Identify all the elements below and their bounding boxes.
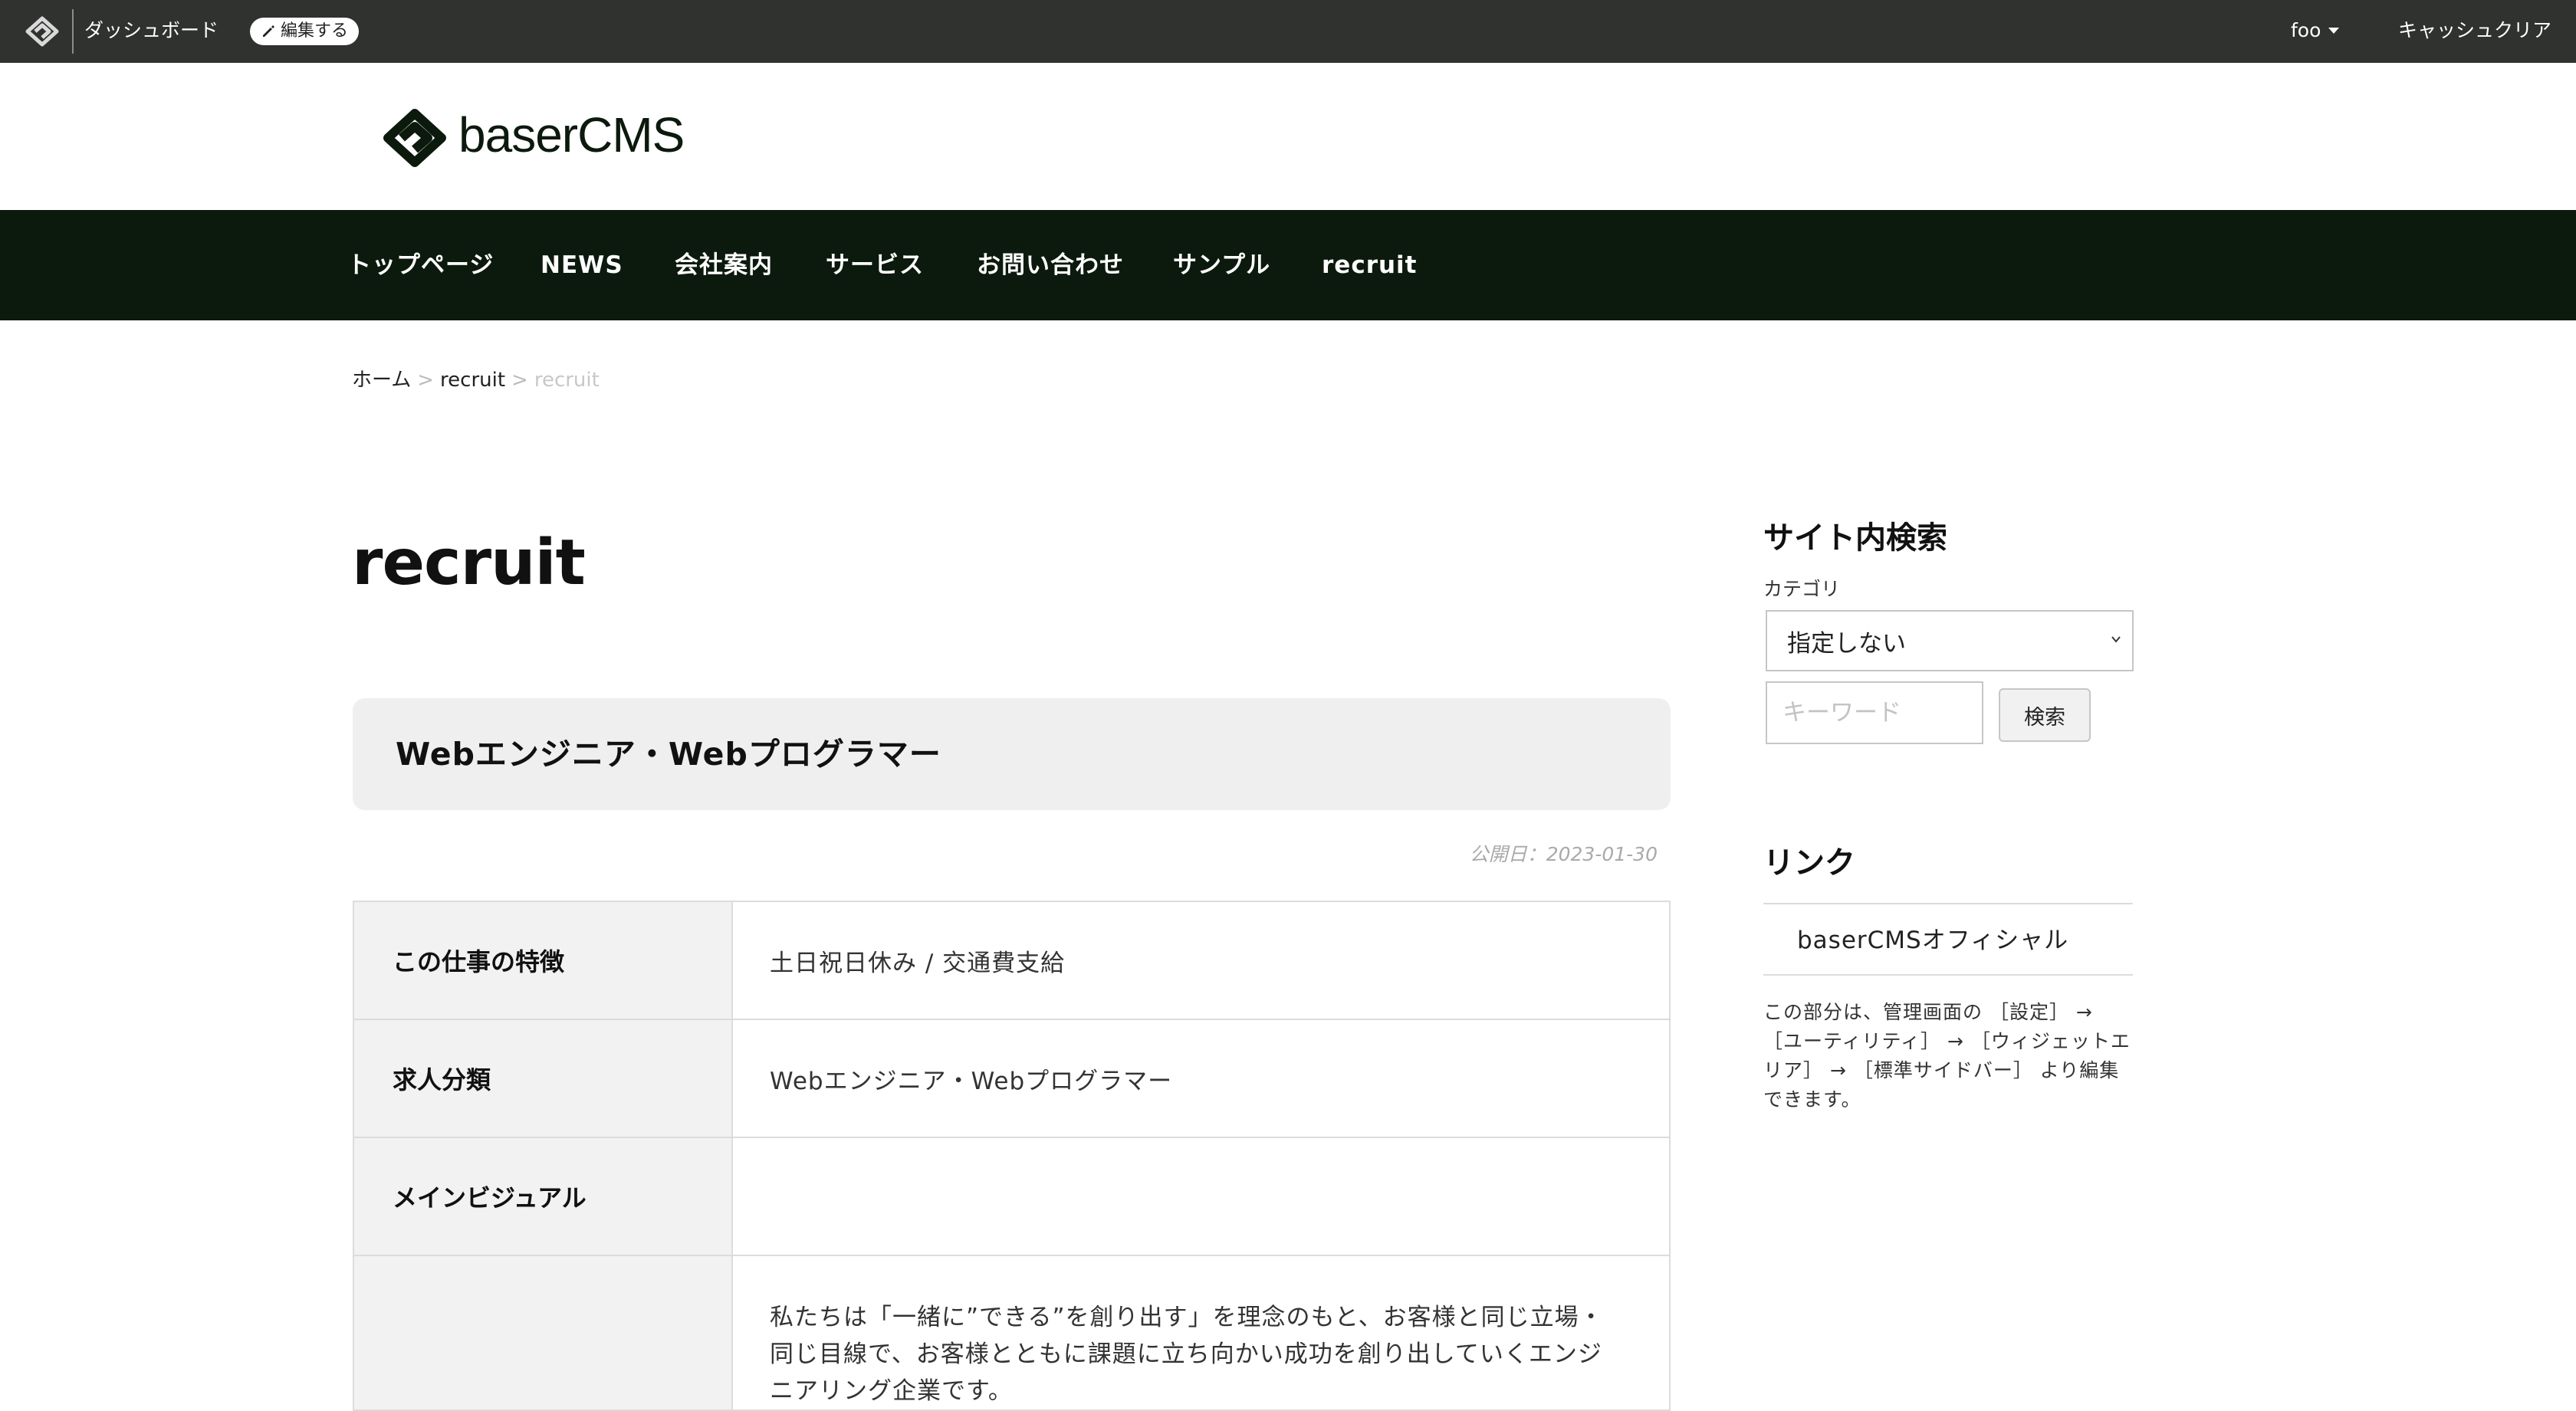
admin-toolbar: ダッシュボード 編集する foo キャッシュクリア — [0, 0, 2576, 63]
table-row: この仕事の特徴 土日祝日休み / 交通費支給 — [353, 901, 1671, 1020]
caret-down-icon — [2328, 28, 2340, 34]
breadcrumb-parent[interactable]: recruit — [440, 369, 505, 392]
breadcrumb-separator: > — [511, 369, 528, 392]
divider — [1763, 974, 2133, 976]
nav-item-service[interactable]: サービス — [826, 210, 924, 320]
job-title-box: Webエンジニア・Webプログラマー — [353, 698, 1671, 810]
job-detail-table: この仕事の特徴 土日祝日休み / 交通費支給 求人分類 Webエンジニア・Web… — [353, 901, 1671, 1411]
cache-clear-link[interactable]: キャッシュクリア — [2398, 17, 2551, 44]
site-search-title: サイト内検索 — [1763, 520, 1947, 556]
global-nav: トップページ NEWS 会社案内 サービス お問い合わせ サンプル recrui… — [0, 210, 2576, 320]
dashboard-link[interactable]: ダッシュボード — [84, 17, 219, 44]
page-title: recruit — [352, 527, 586, 599]
edit-page-button[interactable]: 編集する — [250, 18, 360, 45]
table-row: メインビジュアル — [353, 1137, 1671, 1256]
row-label — [353, 1255, 733, 1411]
breadcrumb-separator: > — [417, 369, 435, 392]
chevron-down-icon — [2111, 636, 2121, 643]
edit-page-label: 編集する — [281, 21, 349, 41]
nav-item-contact[interactable]: お問い合わせ — [977, 210, 1124, 320]
toolbar-divider — [72, 9, 74, 54]
category-selected-value: 指定しない — [1787, 629, 1906, 658]
category-select[interactable]: 指定しない — [1766, 610, 2134, 671]
basercms-mark-icon — [383, 109, 446, 167]
site-logo-text[interactable]: baserCMS — [458, 103, 685, 167]
user-name: foo — [2291, 19, 2321, 41]
category-label: カテゴリ — [1763, 578, 1841, 600]
row-value: 私たちは「一緒に”できる”を創り出す」を理念のもと、お客様と同じ立場・同じ目線で… — [731, 1255, 1671, 1411]
row-label: メインビジュアル — [353, 1137, 733, 1256]
search-button[interactable]: 検索 — [1999, 688, 2091, 742]
keyword-input[interactable] — [1766, 681, 1983, 744]
publish-date: 公開日：2023-01-30 — [1469, 843, 1658, 865]
links-title: リンク — [1763, 845, 1855, 881]
job-title: Webエンジニア・Webプログラマー — [396, 736, 941, 773]
row-value: Webエンジニア・Webプログラマー — [731, 1019, 1671, 1138]
breadcrumb-current: recruit — [534, 369, 600, 392]
sidebar-note: この部分は、管理画面の ［設定］ → ［ユーティリティ］ → ［ウィジェットエリ… — [1763, 1001, 2131, 1111]
link-basercms-official[interactable]: baserCMSオフィシャル — [1797, 924, 2068, 957]
divider — [1763, 903, 2133, 904]
row-label: 求人分類 — [353, 1019, 733, 1138]
row-label: この仕事の特徴 — [353, 901, 733, 1020]
nav-item-recruit[interactable]: recruit — [1322, 210, 1418, 320]
breadcrumb-home[interactable]: ホーム — [352, 369, 411, 392]
nav-item-company[interactable]: 会社案内 — [675, 210, 773, 320]
table-row: 求人分類 Webエンジニア・Webプログラマー — [353, 1019, 1671, 1138]
nav-item-top[interactable]: トップページ — [347, 210, 494, 320]
basercms-admin-logo-icon[interactable] — [23, 14, 61, 49]
nav-item-sample[interactable]: サンプル — [1173, 210, 1270, 320]
table-row: 私たちは「一緒に”できる”を創り出す」を理念のもと、お客様と同じ立場・同じ目線で… — [353, 1255, 1671, 1411]
row-value — [731, 1137, 1671, 1256]
row-value: 土日祝日休み / 交通費支給 — [731, 901, 1671, 1020]
user-menu[interactable]: foo — [2291, 17, 2340, 44]
nav-item-news[interactable]: NEWS — [540, 210, 623, 320]
pencil-icon — [263, 25, 274, 37]
breadcrumb: ホーム > recruit > recruit — [352, 365, 600, 395]
